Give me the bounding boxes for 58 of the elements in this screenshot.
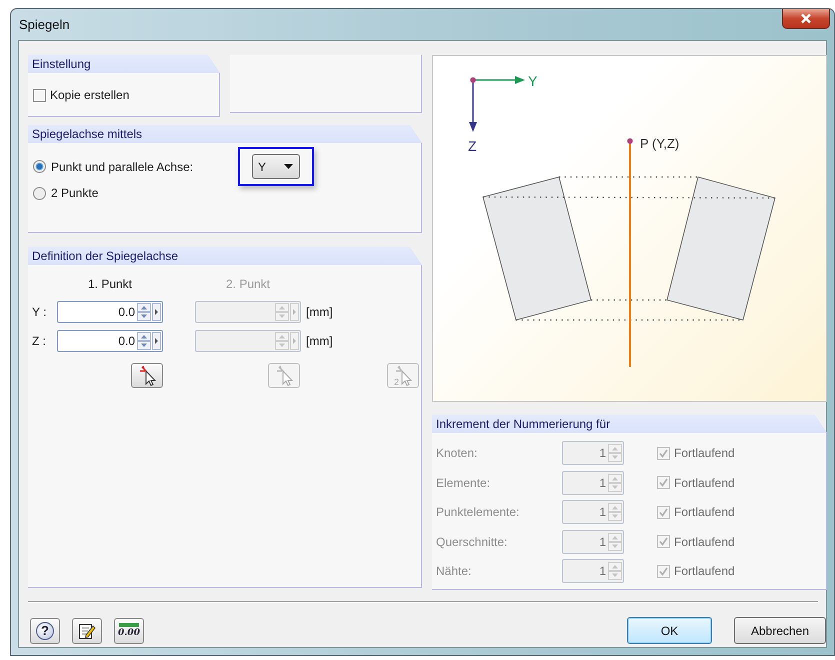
axis-point (627, 138, 633, 144)
unit-label: [mm] (306, 334, 333, 348)
field-label: Z : (32, 334, 47, 348)
pick-button[interactable] (131, 363, 163, 388)
tool-button[interactable] (72, 618, 102, 644)
field-label: Y : (32, 305, 48, 319)
field-label: Punktelemente: (436, 505, 520, 519)
spin-buttons[interactable] (608, 503, 622, 521)
group-title: Inkrement der Nummerierung für (432, 415, 827, 433)
number-field[interactable] (195, 301, 301, 323)
tool-button[interactable]: ? (30, 618, 60, 644)
spin-buttons[interactable] (137, 303, 151, 321)
axis-dropdown[interactable]: Y (252, 154, 300, 179)
spin-buttons[interactable] (608, 444, 622, 462)
caret-icon (284, 164, 293, 169)
field-label: Querschnitte: (436, 534, 508, 548)
spin-buttons[interactable] (608, 474, 622, 492)
help-icon: ? (36, 622, 54, 640)
number-field[interactable]: 0.0 (57, 330, 163, 352)
radio-button[interactable] (33, 186, 46, 200)
y-axis-arrow (473, 76, 525, 84)
z-axis-arrow (469, 80, 477, 132)
group-title: Einstellung (28, 55, 220, 73)
unit-label: [mm] (306, 305, 333, 319)
column-header: 1. Punkt (86, 277, 134, 291)
dialog-button[interactable]: Abbrechen (734, 617, 826, 644)
axis-label: Z (468, 138, 477, 154)
close-button[interactable] (782, 9, 830, 29)
dialog-button[interactable]: OK (627, 617, 712, 644)
axis-label: Y (528, 73, 538, 89)
group-title: Spiegelachse mittels (28, 125, 422, 143)
spin-buttons[interactable] (275, 332, 289, 350)
close-icon (800, 13, 812, 24)
field-label: Elemente: (436, 476, 492, 490)
tool-button[interactable]: 0.00 (114, 618, 144, 644)
number-field[interactable]: 0.0 (57, 301, 163, 323)
number-field[interactable] (195, 330, 301, 352)
radio-label[interactable]: Punkt und parallele Achse: (51, 160, 194, 174)
checkbox[interactable] (33, 88, 46, 102)
notepad-pencil-icon (78, 622, 96, 640)
group-title: Definition der Spiegelachse (28, 247, 422, 265)
spin-buttons[interactable] (608, 562, 622, 580)
cursor-icon (274, 364, 294, 386)
arrow-button[interactable] (152, 332, 161, 350)
arrow-button[interactable] (152, 303, 161, 321)
point-label: P (Y,Z) (640, 136, 680, 151)
spin-buttons[interactable] (275, 303, 289, 321)
radio-label[interactable]: 2 Punkte (51, 186, 98, 200)
spin-buttons[interactable] (608, 532, 622, 550)
cursor-icon (137, 364, 157, 386)
spin-buttons[interactable] (137, 332, 151, 350)
window-title: Spiegeln (19, 17, 70, 32)
checkbox-label[interactable]: Kopie erstellen (50, 88, 130, 102)
field-label: Knoten: (436, 446, 478, 460)
field-label: Nähte: (436, 564, 472, 578)
column-header: 2. Punkt (224, 277, 272, 291)
radio-button[interactable] (33, 160, 46, 173)
origin-point (470, 77, 476, 83)
